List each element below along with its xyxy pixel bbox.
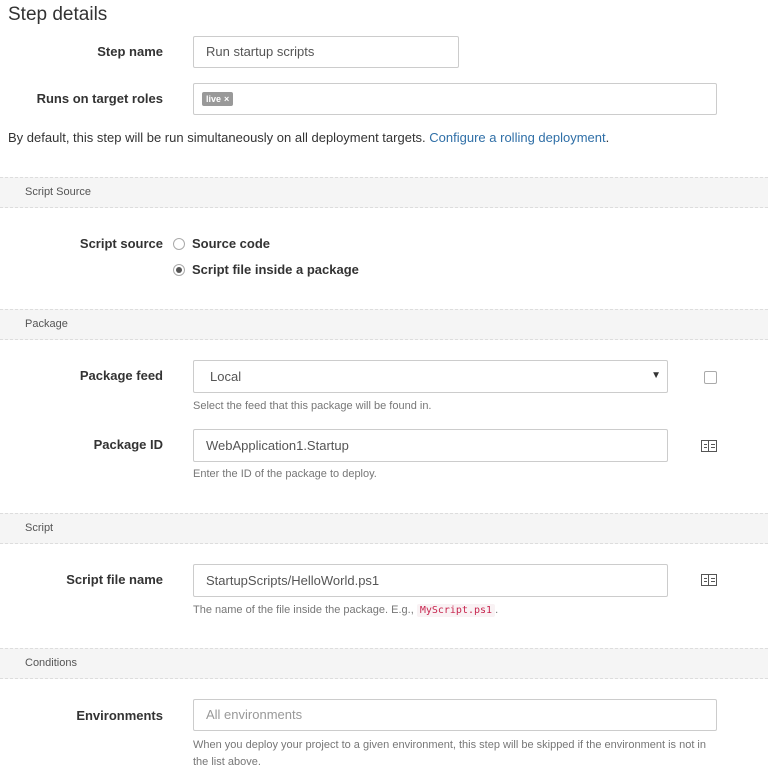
package-feed-label: Package feed [79,368,163,383]
environments-input[interactable]: All environments [193,699,717,731]
remove-tag-icon[interactable]: × [224,94,229,104]
script-file-label: Script file name [66,572,163,587]
section-package: Package [0,309,768,340]
radio-source-code-label: Source code [192,236,271,251]
configure-rolling-deployment-link[interactable]: Configure a rolling deployment [429,130,605,145]
radio-source-code-button[interactable] [173,237,185,250]
script-file-help-text: The name of the file inside the package.… [193,604,414,616]
target-roles-input[interactable]: live × [193,83,717,115]
package-id-help: Enter the ID of the package to deploy. [193,468,377,480]
script-file-input[interactable]: StartupScripts/HelloWorld.ps1 [193,564,668,597]
package-id-label: Package ID [93,437,163,452]
script-file-example: MyScript.ps1 [416,604,496,617]
environments-help: When you deploy your project to a given … [193,739,706,768]
radio-source-code[interactable]: Source code [173,236,270,251]
package-feed-bound-checkbox[interactable] [704,371,717,384]
rolling-note-text: By default, this step will be run simult… [8,130,426,145]
step-name-input[interactable]: Run startup scripts [193,36,459,68]
variable-binding-icon[interactable] [701,440,717,452]
chevron-down-icon: ▼ [651,370,661,381]
radio-script-package-button[interactable] [173,263,185,276]
package-id-input[interactable]: WebApplication1.Startup [193,429,668,462]
radio-script-package-label: Script file inside a package [192,262,359,277]
package-feed-help: Select the feed that this package will b… [193,400,432,412]
radio-script-package[interactable]: Script file inside a package [173,262,359,277]
page-title: Step details [8,4,108,25]
package-feed-select[interactable]: Local ▼ [193,360,668,393]
section-conditions: Conditions [0,648,768,679]
role-tag-label: live [206,94,222,104]
role-tag: live × [202,92,234,106]
step-name-label: Step name [97,44,163,59]
package-feed-value: Local [210,369,242,384]
script-source-label: Script source [79,236,163,251]
rolling-note: By default, this step will be run simult… [8,130,609,145]
target-roles-label: Runs on target roles [36,91,163,106]
script-file-help: The name of the file inside the package.… [193,602,498,619]
section-script-source: Script Source [0,177,768,208]
section-script: Script [0,513,768,544]
variable-binding-icon[interactable] [701,574,717,586]
script-file-help-suffix: . [495,604,499,616]
environments-label: Environments [76,708,163,723]
rolling-note-suffix: . [605,130,610,145]
